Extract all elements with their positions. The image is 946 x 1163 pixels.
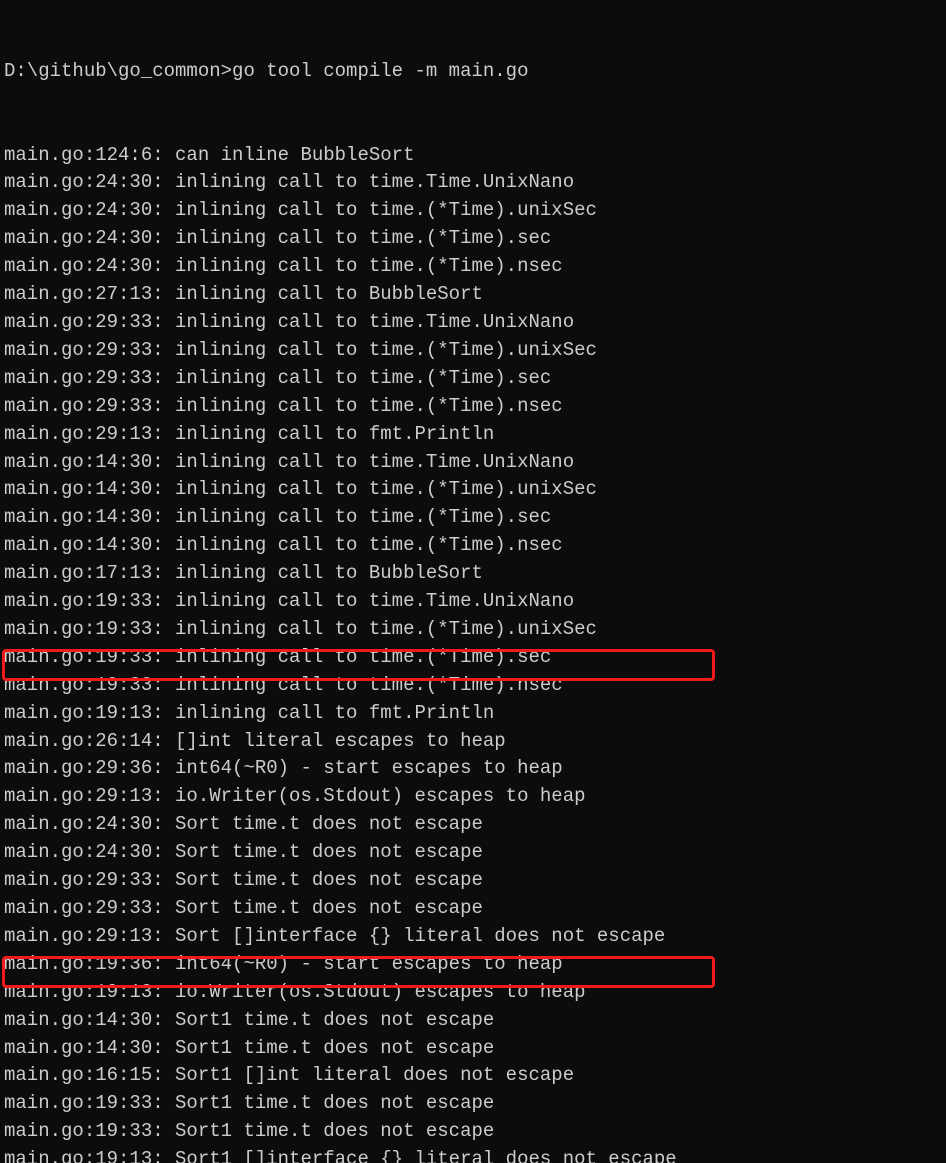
output-line: main.go:27:13: inlining call to BubbleSo…	[4, 281, 942, 309]
output-line: main.go:24:30: inlining call to time.(*T…	[4, 225, 942, 253]
output-line: main.go:24:30: Sort time.t does not esca…	[4, 811, 942, 839]
output-line: main.go:19:33: inlining call to time.(*T…	[4, 672, 942, 700]
output-line: main.go:16:15: Sort1 []int literal does …	[4, 1062, 942, 1090]
command-prompt: D:\github\go_common>go tool compile -m m…	[4, 58, 942, 86]
output-line: main.go:24:30: inlining call to time.(*T…	[4, 197, 942, 225]
output-line: main.go:29:33: Sort time.t does not esca…	[4, 867, 942, 895]
output-line: main.go:29:33: inlining call to time.(*T…	[4, 365, 942, 393]
output-line: main.go:19:33: inlining call to time.(*T…	[4, 616, 942, 644]
output-line: main.go:14:30: inlining call to time.(*T…	[4, 476, 942, 504]
output-line: main.go:29:33: inlining call to time.(*T…	[4, 393, 942, 421]
output-line: main.go:14:30: inlining call to time.(*T…	[4, 504, 942, 532]
output-line: main.go:29:36: int64(~R0) - start escape…	[4, 755, 942, 783]
output-line: main.go:124:6: can inline BubbleSort	[4, 142, 942, 170]
output-line: main.go:14:30: inlining call to time.(*T…	[4, 532, 942, 560]
output-line: main.go:19:33: inlining call to time.Tim…	[4, 588, 942, 616]
output-line: main.go:29:13: inlining call to fmt.Prin…	[4, 421, 942, 449]
output-line: main.go:19:36: int64(~R0) - start escape…	[4, 951, 942, 979]
output-line: main.go:29:13: Sort []interface {} liter…	[4, 923, 942, 951]
output-line: main.go:24:30: inlining call to time.(*T…	[4, 253, 942, 281]
output-line: main.go:19:33: inlining call to time.(*T…	[4, 644, 942, 672]
output-line: main.go:24:30: Sort time.t does not esca…	[4, 839, 942, 867]
output-line: main.go:19:33: Sort1 time.t does not esc…	[4, 1090, 942, 1118]
output-line: main.go:14:30: Sort1 time.t does not esc…	[4, 1035, 942, 1063]
output-line: main.go:19:13: Sort1 []interface {} lite…	[4, 1146, 942, 1163]
output-line: main.go:19:13: io.Writer(os.Stdout) esca…	[4, 979, 942, 1007]
output-line: main.go:14:30: inlining call to time.Tim…	[4, 449, 942, 477]
output-line: main.go:29:33: inlining call to time.Tim…	[4, 309, 942, 337]
output-line: main.go:14:30: Sort1 time.t does not esc…	[4, 1007, 942, 1035]
output-line: main.go:29:33: inlining call to time.(*T…	[4, 337, 942, 365]
output-line: main.go:29:13: io.Writer(os.Stdout) esca…	[4, 783, 942, 811]
output-line: main.go:24:30: inlining call to time.Tim…	[4, 169, 942, 197]
output-line: main.go:19:33: Sort1 time.t does not esc…	[4, 1118, 942, 1146]
terminal-output[interactable]: D:\github\go_common>go tool compile -m m…	[0, 0, 946, 1163]
output-line: main.go:19:13: inlining call to fmt.Prin…	[4, 700, 942, 728]
output-line: main.go:29:33: Sort time.t does not esca…	[4, 895, 942, 923]
output-line: main.go:26:14: []int literal escapes to …	[4, 728, 942, 756]
output-line: main.go:17:13: inlining call to BubbleSo…	[4, 560, 942, 588]
